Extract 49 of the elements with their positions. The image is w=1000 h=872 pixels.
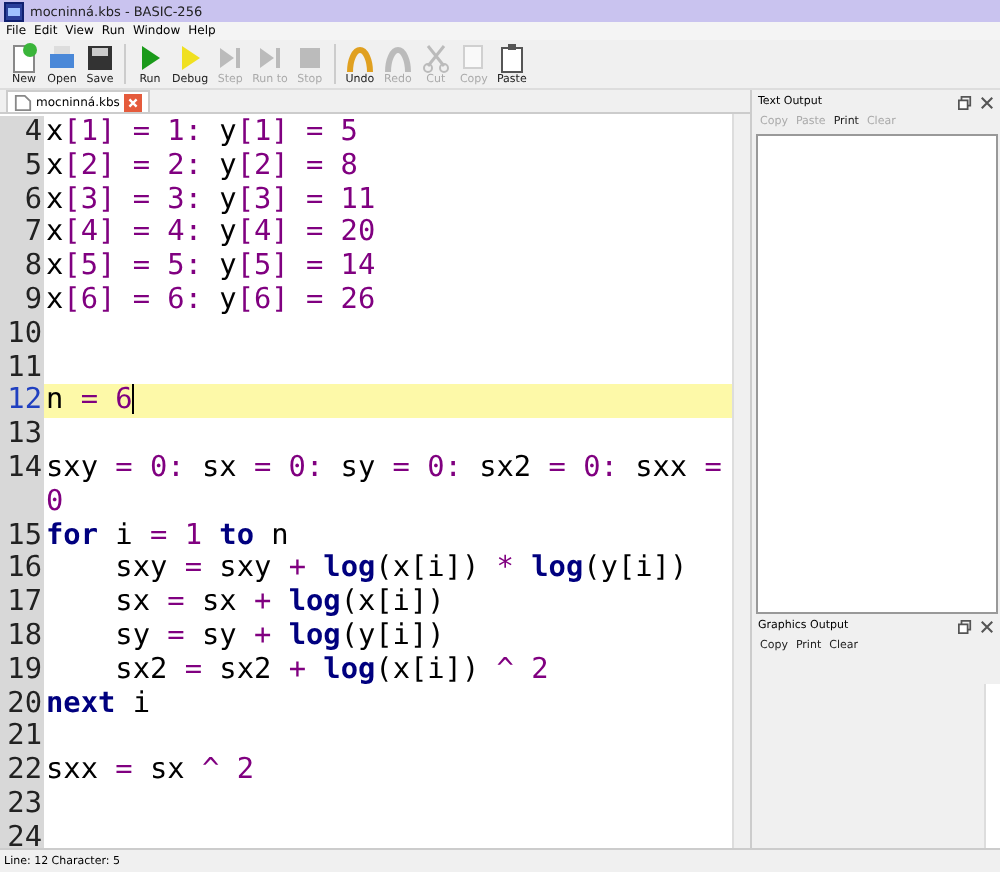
line-number: 13 — [0, 418, 44, 452]
line-number: 4 — [0, 116, 44, 150]
line-number: 15 — [0, 519, 44, 553]
code-line: sx = sx + log(x[i]) — [113, 586, 447, 620]
code-line: x[5] = 5: y[5] = 14 — [44, 250, 378, 284]
line-number: 9 — [0, 283, 44, 318]
float-icon[interactable] — [958, 619, 972, 633]
printer-icon — [46, 42, 78, 74]
line-number: 18 — [0, 619, 44, 654]
code-line: sx2 = sx2 + log(x[i]) ^ 2 — [113, 653, 551, 688]
code-line: sxy = 0: sx = 0: sy = 0: sx2 = 0: sxx = 0 — [44, 451, 724, 520]
line-number: 19 — [0, 653, 44, 688]
code-line: sy = sy + log(y[i]) — [113, 619, 447, 654]
line-number: 23 — [0, 787, 44, 822]
line-number: 12 — [0, 384, 44, 419]
code-line: x[3] = 3: y[3] = 11 — [44, 183, 378, 217]
code-line: x[6] = 6: y[6] = 26 — [44, 283, 378, 318]
close-icon[interactable] — [123, 93, 142, 111]
line-number: 17 — [0, 586, 44, 620]
line-number: 16 — [0, 552, 44, 587]
line-number: 5 — [0, 149, 44, 184]
code-line: sxx = sx ^ 2 — [44, 754, 256, 788]
step-icon — [254, 42, 286, 74]
app-icon — [4, 1, 24, 21]
scissors-icon — [419, 42, 452, 74]
line-number: 10 — [0, 317, 44, 352]
code-line: sxy = sxy + log(x[i]) * log(y[i]) — [113, 552, 690, 587]
line-number: 22 — [0, 754, 44, 788]
line-number: 11 — [0, 351, 44, 385]
line-number: 21 — [0, 720, 44, 755]
line-number: 6 — [0, 183, 44, 217]
code-line: x[1] = 1: y[1] = 5 — [44, 116, 360, 150]
line-number: 7 — [0, 216, 44, 251]
close-icon[interactable] — [980, 619, 994, 633]
line-number: 20 — [0, 687, 44, 721]
scrollbar[interactable] — [984, 684, 1000, 848]
code-line: next i — [44, 687, 152, 721]
code-line: x[2] = 2: y[2] = 8 — [44, 149, 360, 184]
line-number: 24 — [0, 821, 44, 848]
clipboard-icon — [495, 42, 528, 74]
code-line: n = 6 — [44, 384, 137, 419]
close-icon[interactable] — [980, 95, 994, 109]
line-number: 8 — [0, 250, 44, 284]
code-line: x[4] = 4: y[4] = 20 — [44, 216, 378, 251]
float-icon[interactable] — [958, 95, 972, 109]
scrollbar[interactable] — [732, 114, 750, 848]
code-editor[interactable] — [0, 114, 750, 848]
code-line: for i = 1 to n — [44, 519, 291, 553]
line-number: 14 — [0, 451, 44, 520]
